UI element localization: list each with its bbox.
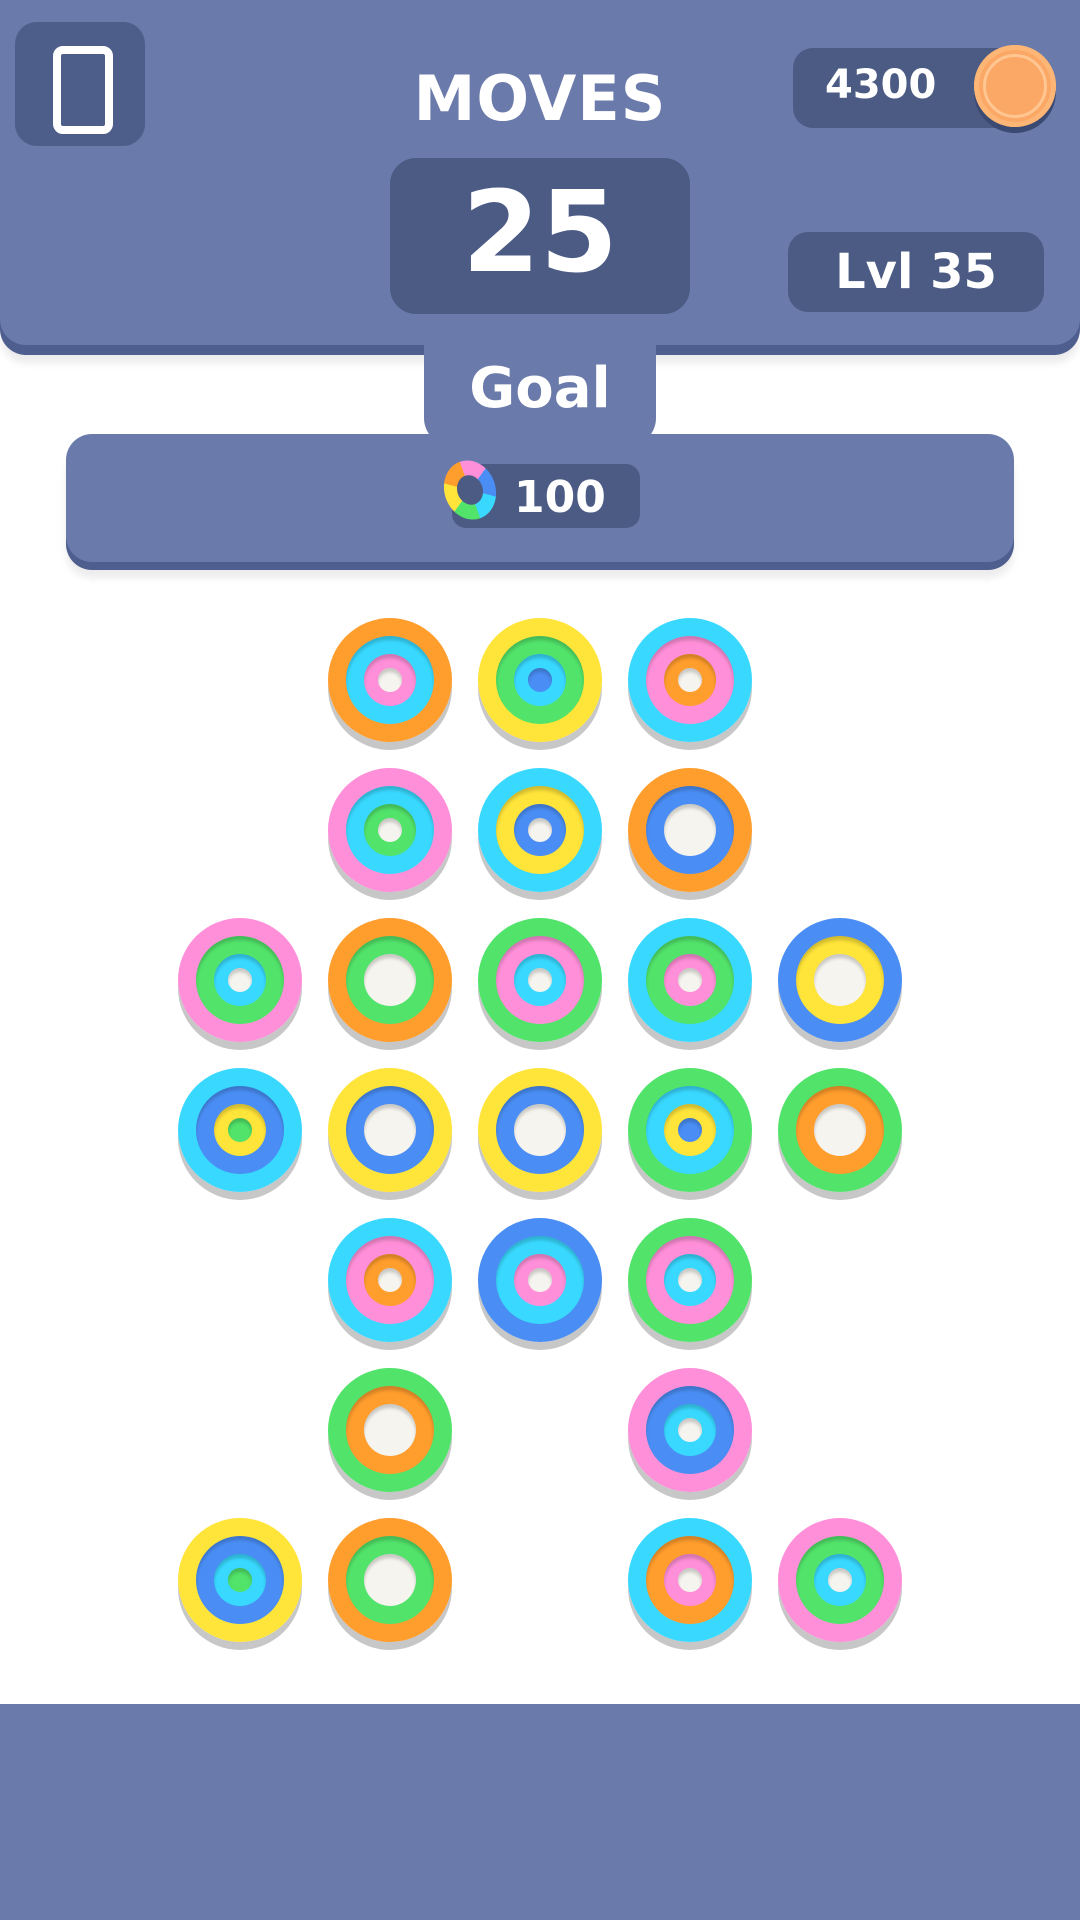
stack-peg-hole: [678, 1418, 702, 1442]
goal-count: 100: [514, 472, 606, 523]
stack-peg-hole: [678, 1568, 702, 1592]
game-board: [0, 600, 1080, 1700]
ring-stack[interactable]: [328, 1518, 452, 1642]
level-badge: Lvl 35: [788, 232, 1044, 312]
bottom-bar: [0, 1704, 1080, 1920]
stack-peg-hole: [528, 1268, 552, 1292]
ring-stack[interactable]: [628, 1068, 752, 1192]
ring-stack[interactable]: [178, 918, 302, 1042]
stack-peg-hole: [528, 818, 552, 842]
ring-stack[interactable]: [478, 918, 602, 1042]
coin-icon: [974, 45, 1056, 127]
stack-peg-hole: [678, 1268, 702, 1292]
stack-peg-hole: [378, 668, 402, 692]
ring-stack[interactable]: [328, 1218, 452, 1342]
goal-label: Goal: [469, 356, 611, 421]
ring-stack[interactable]: [178, 1068, 302, 1192]
goal-chip: 100: [435, 453, 640, 528]
stack-peg-hole: [678, 668, 702, 692]
stack-peg-hole: [664, 804, 716, 856]
menu-button[interactable]: [15, 22, 145, 146]
ring-stack[interactable]: [328, 918, 452, 1042]
ring-blue: [678, 1118, 702, 1142]
stack-peg-hole: [828, 1568, 852, 1592]
ring-stack[interactable]: [478, 1218, 602, 1342]
ring-stack[interactable]: [328, 1368, 452, 1492]
stack-peg-hole: [228, 968, 252, 992]
stack-peg-hole: [364, 1104, 416, 1156]
ring-stack[interactable]: [478, 768, 602, 892]
ring-stack[interactable]: [178, 1518, 302, 1642]
ring-stack[interactable]: [628, 918, 752, 1042]
ring-stack[interactable]: [328, 768, 452, 892]
moves-counter: 25: [390, 158, 690, 314]
ring-stack[interactable]: [478, 618, 602, 742]
ring-stack[interactable]: [478, 1068, 602, 1192]
ring-stack[interactable]: [778, 918, 902, 1042]
stack-peg-hole: [378, 1268, 402, 1292]
coin-value: 4300: [825, 62, 937, 108]
ring-stack[interactable]: [628, 618, 752, 742]
ring-stack[interactable]: [628, 1518, 752, 1642]
ring-stack[interactable]: [628, 1368, 752, 1492]
ring-stack[interactable]: [778, 1068, 902, 1192]
stack-peg-hole: [364, 1554, 416, 1606]
ring-stack[interactable]: [628, 768, 752, 892]
goal-tab: Goal: [424, 320, 656, 446]
ring-green: [228, 1118, 252, 1142]
stack-peg-hole: [528, 968, 552, 992]
level-value: Lvl 35: [835, 244, 997, 300]
moves-label: MOVES: [413, 62, 667, 135]
stack-peg-hole: [814, 954, 866, 1006]
stack-peg-hole: [814, 1104, 866, 1156]
moves-value: 25: [462, 168, 618, 298]
ring-stack[interactable]: [328, 1068, 452, 1192]
top-hud: MOVES 25 4300 Lvl 35: [0, 0, 1080, 345]
phone-icon: [53, 46, 113, 134]
stack-peg-hole: [364, 1404, 416, 1456]
rainbow-ring-icon: [435, 453, 505, 527]
ring-green: [228, 1568, 252, 1592]
ring-stack[interactable]: [328, 618, 452, 742]
ring-stack[interactable]: [778, 1518, 902, 1642]
stack-peg-hole: [678, 968, 702, 992]
goal-panel: 100: [66, 434, 1014, 562]
ring-stack[interactable]: [628, 1218, 752, 1342]
stack-peg-hole: [514, 1104, 566, 1156]
ring-blue: [528, 668, 552, 692]
stack-peg-hole: [364, 954, 416, 1006]
stack-peg-hole: [378, 818, 402, 842]
